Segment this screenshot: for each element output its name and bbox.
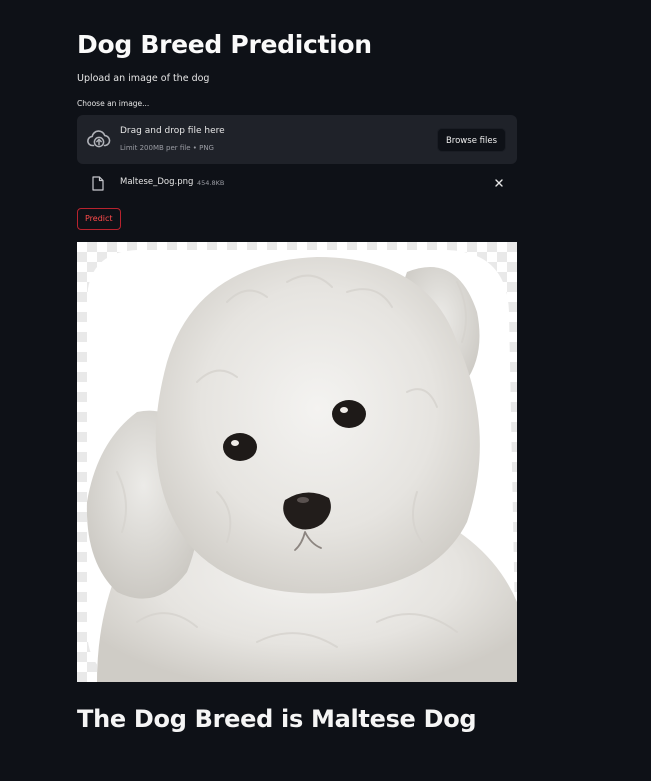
maltese-dog-illustration — [86, 250, 517, 682]
close-icon[interactable] — [493, 177, 505, 189]
dropzone-limit-text: Limit 200MB per file • PNG — [120, 144, 214, 152]
file-dropzone[interactable]: Drag and drop file here Limit 200MB per … — [77, 115, 517, 164]
dog-image — [77, 242, 517, 682]
predict-button[interactable]: Predict — [77, 208, 121, 230]
file-icon — [92, 176, 104, 191]
uploaded-file-name: Maltese_Dog.png — [120, 177, 194, 187]
cloud-upload-icon — [87, 130, 111, 148]
dropzone-instructions: Drag and drop file here — [120, 126, 225, 136]
uploaded-file-row: Maltese_Dog.png 454.8KB — [77, 172, 517, 196]
uploaded-file-size: 454.8KB — [197, 179, 225, 187]
file-uploader-label: Choose an image... — [77, 99, 150, 108]
page-subtitle: Upload an image of the dog — [77, 73, 210, 84]
app-page: Dog Breed Prediction Upload an image of … — [0, 0, 651, 781]
page-title: Dog Breed Prediction — [77, 30, 372, 59]
prediction-result: The Dog Breed is Maltese Dog — [77, 705, 477, 733]
browse-files-button[interactable]: Browse files — [436, 128, 506, 152]
